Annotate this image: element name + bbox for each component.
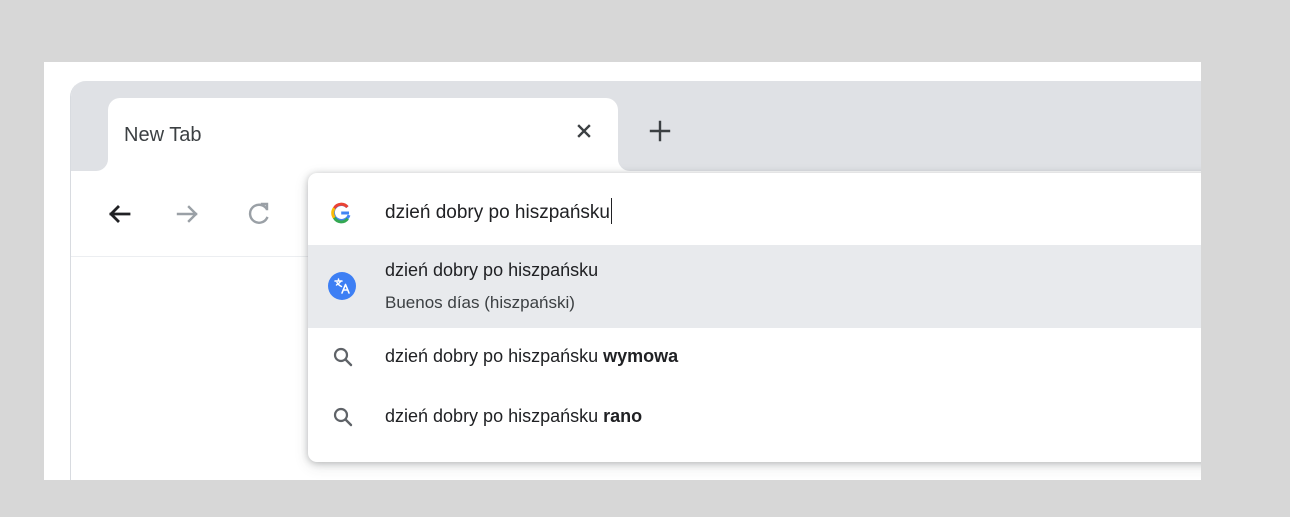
close-icon (575, 122, 593, 140)
suggestion-translation-query: dzień dobry po hiszpańsku (385, 260, 599, 280)
screenshot-frame: New Tab dzień dobry po hiszpańsku dzień … (44, 62, 1201, 480)
suggestion-query-suffix: wymowa (603, 346, 679, 366)
tab-new-tab[interactable]: New Tab (108, 98, 618, 171)
omnibox-dropdown: dzień dobry po hiszpańsku dzień dobry po… (308, 173, 1201, 462)
google-icon (329, 201, 353, 225)
reload-icon (245, 200, 273, 228)
translate-icon (328, 272, 356, 300)
tab-title: New Tab (124, 124, 202, 146)
address-bar-value-wrapper: dzień dobry po hiszpańsku (385, 198, 612, 226)
suggestion-query-suffix: rano (603, 406, 643, 426)
address-bar-input[interactable]: dzień dobry po hiszpańsku (308, 173, 1201, 245)
suggestion-query-prefix: dzień dobry po hiszpańsku (385, 406, 599, 426)
suggestion-translation-result: Buenos días (hiszpański) (385, 293, 575, 312)
browser-window: New Tab dzień dobry po hiszpańsku dzień … (70, 81, 1201, 480)
new-tab-button[interactable] (646, 117, 674, 145)
suggestion-search-rano[interactable]: dzień dobry po hiszpańsku rano (308, 388, 1201, 448)
address-bar-value: dzień dobry po hiszpańsku (385, 202, 610, 224)
suggestion-query-prefix: dzień dobry po hiszpańsku (385, 346, 599, 366)
suggestion-search-rano-text: dzień dobry po hiszpańsku rano (385, 406, 642, 427)
close-tab-button[interactable] (572, 119, 596, 143)
suggestion-search-wymowa[interactable]: dzień dobry po hiszpańsku wymowa (308, 328, 1201, 388)
tab-strip: New Tab (71, 81, 1201, 171)
arrow-left-icon (105, 200, 133, 228)
back-button[interactable] (102, 197, 136, 231)
forward-button[interactable] (171, 197, 205, 231)
suggestion-translation[interactable]: dzień dobry po hiszpańsku Buenos días (h… (308, 245, 1201, 328)
arrow-right-icon (174, 200, 202, 228)
suggestion-search-wymowa-text: dzień dobry po hiszpańsku wymowa (385, 346, 678, 367)
plus-icon (648, 119, 672, 143)
reload-button[interactable] (242, 197, 276, 231)
search-icon (331, 345, 355, 369)
search-icon (331, 405, 355, 429)
text-caret (610, 198, 612, 224)
